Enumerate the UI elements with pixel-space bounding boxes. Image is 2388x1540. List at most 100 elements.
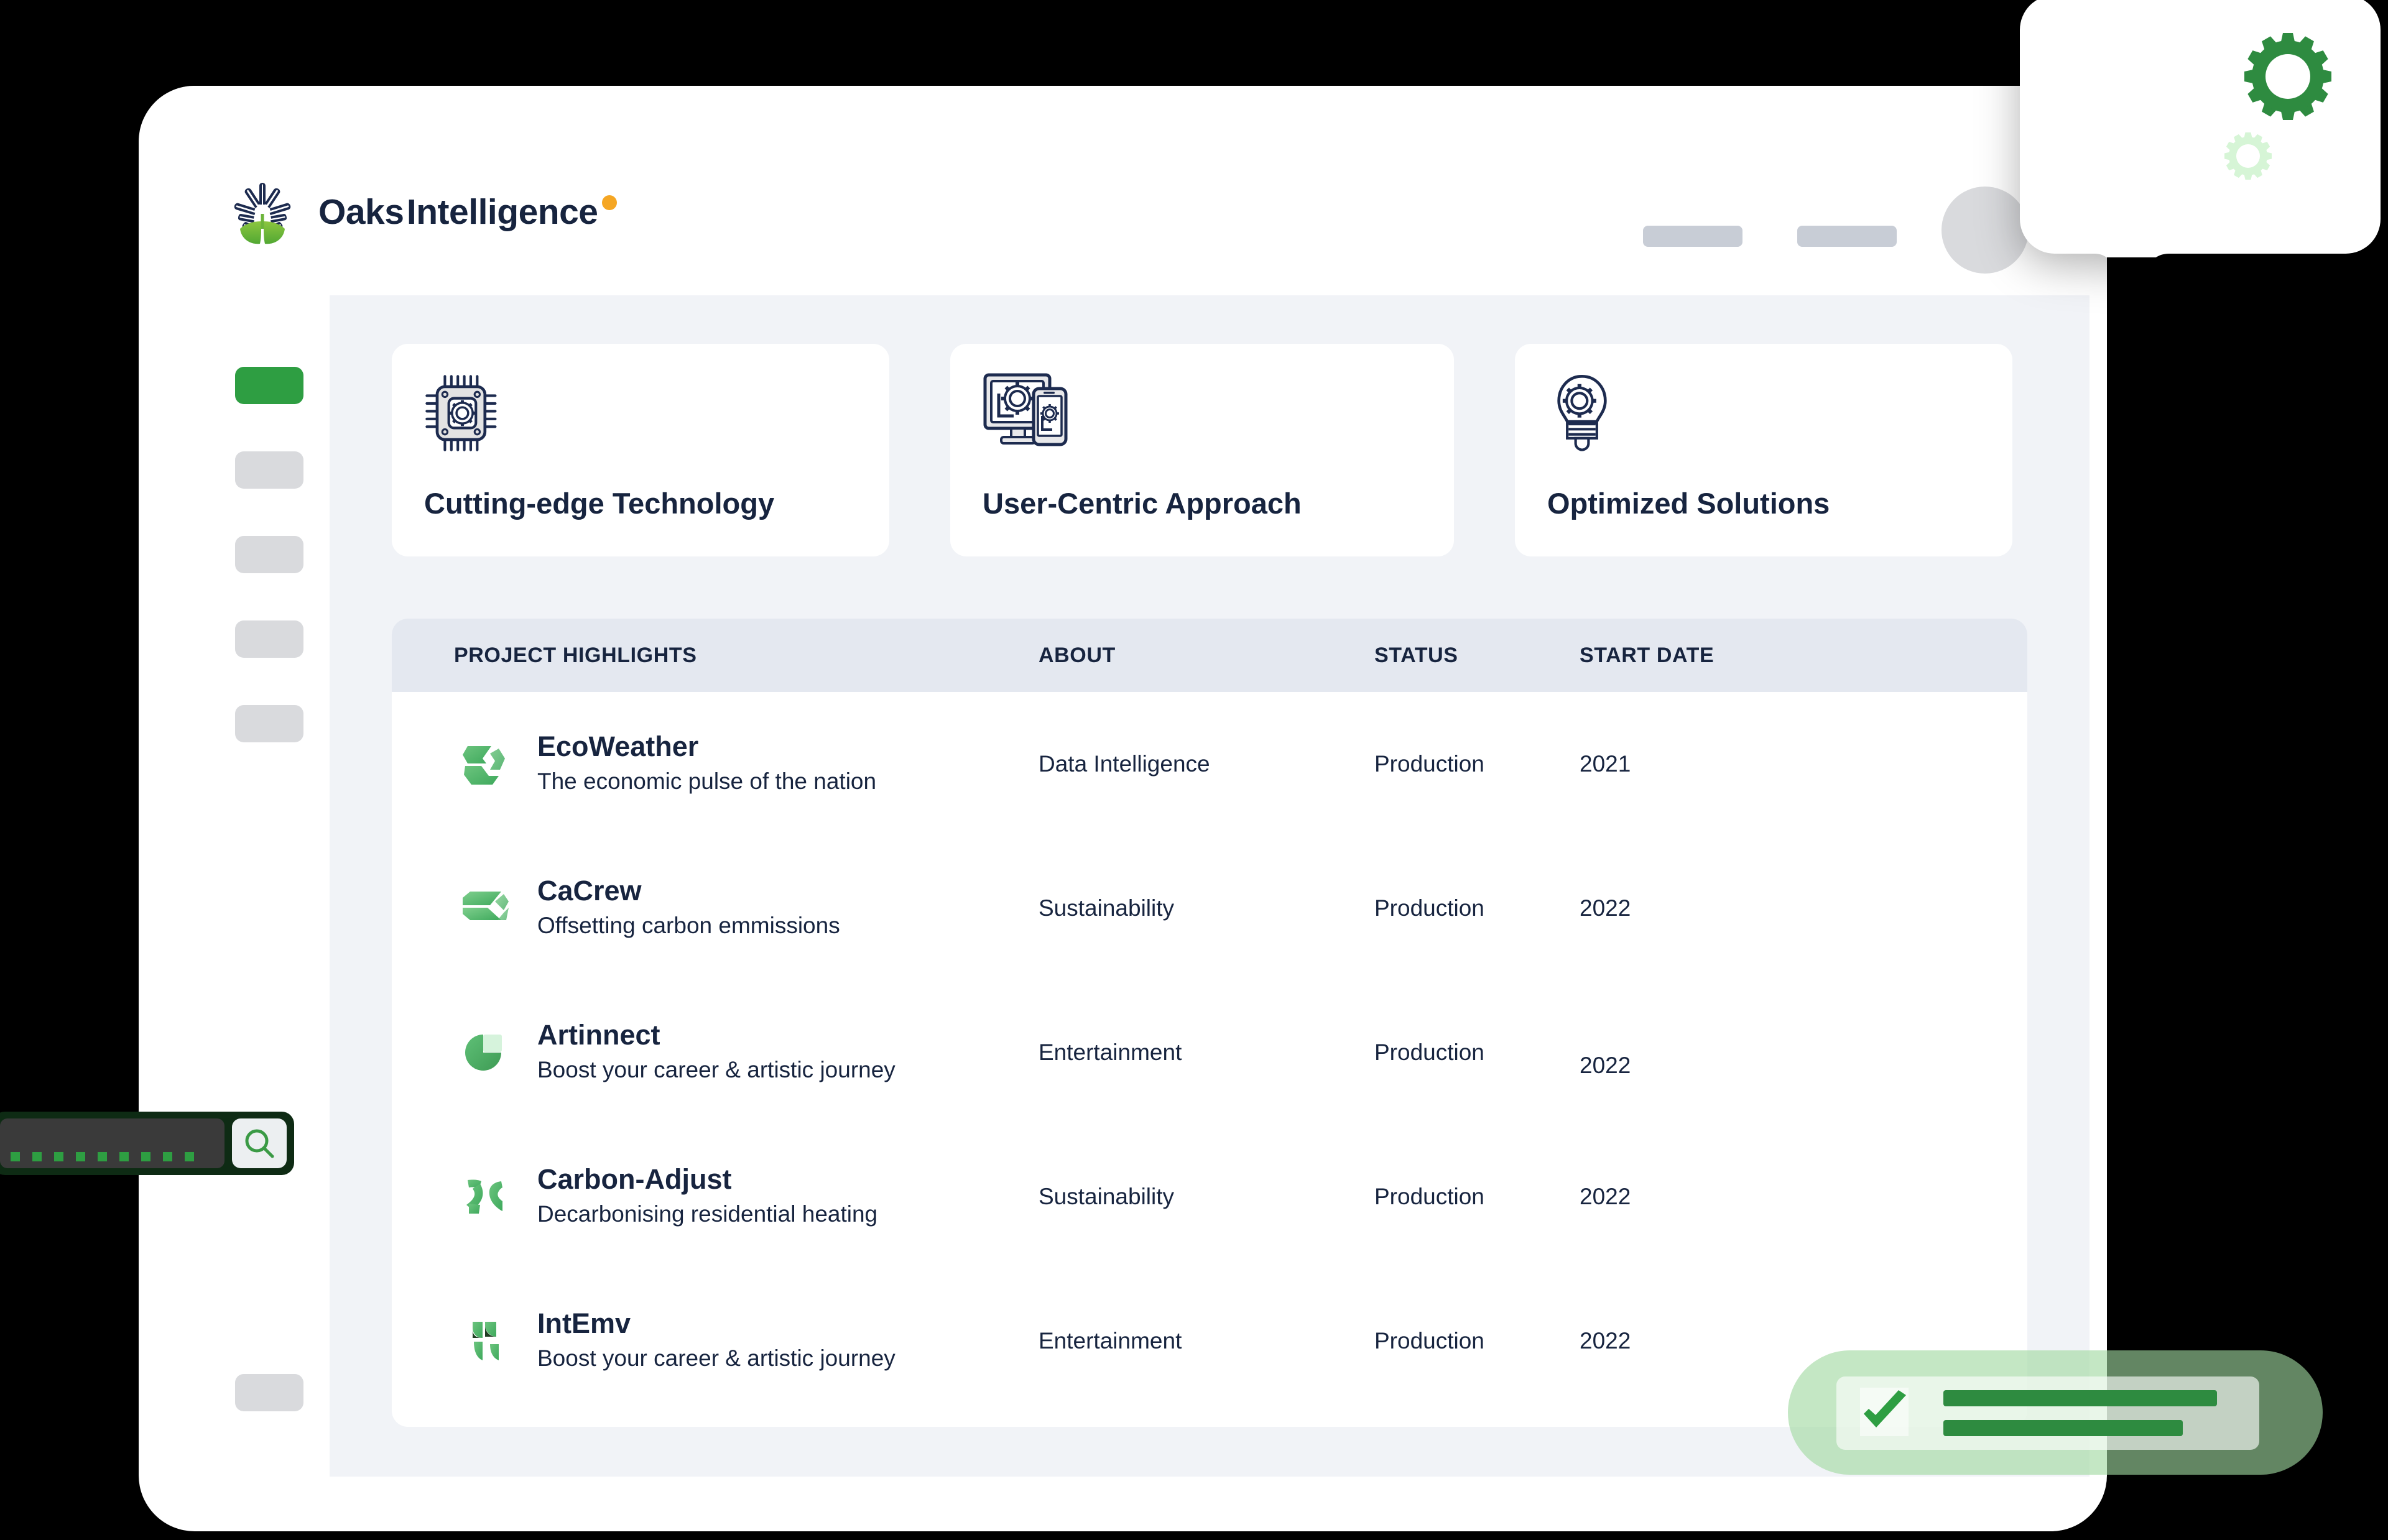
- start-date-cell: 2022: [1580, 1184, 1631, 1209]
- about-cell: Sustainability: [1039, 1184, 1175, 1209]
- project-text: Artinnect Boost your career & artistic j…: [537, 1018, 895, 1087]
- table-row[interactable]: IntEmv Boost your career & artistic jour…: [392, 1269, 2027, 1413]
- search-button[interactable]: [232, 1118, 287, 1168]
- project-cell: IntEmv Boost your career & artistic jour…: [392, 1307, 1039, 1375]
- project-description: Boost your career & artistic journey: [537, 1056, 895, 1082]
- feature-card-technology[interactable]: Cutting-edge Technology: [392, 344, 889, 556]
- column-header-project-highlights[interactable]: PROJECT HIGHLIGHTS: [392, 643, 1039, 668]
- brand-logo[interactable]: Oaks Intelligence: [228, 178, 617, 247]
- project-cell: Artinnect Boost your career & artistic j…: [392, 1018, 1039, 1087]
- column-header-status[interactable]: STATUS: [1374, 643, 1580, 668]
- project-cell: Carbon-Adjust Decarbonising residential …: [392, 1163, 1039, 1231]
- mask-dot: [163, 1152, 172, 1161]
- start-date-cell: 2022: [1580, 1328, 1631, 1353]
- project-text: IntEmv Boost your career & artistic jour…: [537, 1307, 895, 1375]
- mask-dot: [98, 1152, 107, 1161]
- status-cell: Production: [1374, 751, 1484, 777]
- sidebar-item-3[interactable]: [235, 620, 303, 658]
- search-input[interactable]: [0, 1118, 224, 1168]
- table-row[interactable]: CaCrew Offsetting carbon emmissions Sust…: [392, 836, 2027, 980]
- brand-line-2: Intelligence: [406, 192, 598, 233]
- project-description: Boost your career & artistic journey: [537, 1345, 895, 1371]
- about-cell: Entertainment: [1039, 1328, 1182, 1353]
- project-description: Offsetting carbon emmissions: [537, 912, 840, 938]
- sidebar-item-5[interactable]: [235, 1374, 303, 1411]
- mask-dot: [32, 1152, 42, 1161]
- search-icon: [243, 1127, 276, 1160]
- sidebar-item-2[interactable]: [235, 536, 303, 573]
- brand-text: Oaks Intelligence: [318, 192, 617, 233]
- task-complete-widget[interactable]: [1788, 1350, 2323, 1475]
- project-text: Carbon-Adjust Decarbonising residential …: [537, 1163, 877, 1231]
- table-row[interactable]: Carbon-Adjust Decarbonising residential …: [392, 1125, 2027, 1269]
- mask-dot: [119, 1152, 129, 1161]
- status-cell: Production: [1374, 1184, 1484, 1209]
- project-text: CaCrew Offsetting carbon emmissions: [537, 874, 840, 943]
- gear-tooltip-bubble[interactable]: [2020, 0, 2381, 257]
- table-row[interactable]: Artinnect Boost your career & artistic j…: [392, 980, 2027, 1125]
- table-row[interactable]: EcoWeather The economic pulse of the nat…: [392, 692, 2027, 836]
- header-placeholder-pill-1[interactable]: [1643, 226, 1742, 247]
- brand-accent-dot-icon: [601, 195, 617, 211]
- project-cell: EcoWeather The economic pulse of the nat…: [392, 730, 1039, 798]
- feature-card-row: Cutting-edge Technology User-Centric App…: [392, 344, 2012, 556]
- gear-icon: [2223, 131, 2274, 182]
- sidebar-item-1[interactable]: [235, 451, 303, 489]
- feature-card-user-centric[interactable]: User-Centric Approach: [950, 344, 1454, 556]
- cacrew-logo-icon: [454, 879, 512, 938]
- project-name: CaCrew: [537, 874, 642, 906]
- app-header: Oaks Intelligence: [139, 86, 2107, 297]
- mask-dot: [76, 1152, 85, 1161]
- mask-dot: [185, 1152, 194, 1161]
- task-complete-inner: [1836, 1376, 2259, 1450]
- search-widget[interactable]: [0, 1112, 294, 1175]
- ecoweather-logo-icon: [454, 735, 512, 793]
- sidebar-item-0[interactable]: [235, 367, 303, 404]
- task-line-1: [1943, 1390, 2217, 1406]
- project-text: EcoWeather The economic pulse of the nat…: [537, 730, 876, 798]
- project-highlights-table: PROJECT HIGHLIGHTS ABOUT STATUS START DA…: [392, 619, 2027, 1427]
- oak-tree-logo-icon: [228, 178, 297, 247]
- avatar[interactable]: [1941, 187, 2029, 274]
- start-date-cell: 2021: [1580, 751, 1631, 777]
- header-placeholder-pill-2[interactable]: [1797, 226, 1897, 247]
- checkmark-icon[interactable]: [1858, 1386, 1911, 1440]
- carbon-adjust-logo-icon: [454, 1168, 512, 1226]
- monitor-phone-gear-icon: [983, 371, 1422, 464]
- project-cell: CaCrew Offsetting carbon emmissions: [392, 874, 1039, 943]
- about-cell: Entertainment: [1039, 1040, 1182, 1065]
- project-name: IntEmv: [537, 1307, 631, 1339]
- status-cell: Production: [1374, 1040, 1484, 1065]
- project-name: Artinnect: [537, 1018, 660, 1051]
- start-date-cell: 2022: [1580, 895, 1631, 921]
- mask-dot: [11, 1152, 20, 1161]
- feature-card-optimized[interactable]: Optimized Solutions: [1515, 344, 2012, 556]
- column-header-about[interactable]: ABOUT: [1039, 643, 1374, 668]
- about-cell: Sustainability: [1039, 895, 1175, 921]
- status-cell: Production: [1374, 895, 1484, 921]
- project-name: EcoWeather: [537, 730, 699, 762]
- lightbulb-gear-icon: [1547, 371, 1980, 464]
- task-line-2: [1943, 1420, 2183, 1436]
- intemv-logo-icon: [454, 1312, 512, 1370]
- sidebar: [235, 367, 303, 790]
- artinnect-logo-icon: [454, 1023, 512, 1082]
- start-date-cell: 2022: [1580, 1053, 1631, 1078]
- microchip-gear-icon: [424, 371, 857, 464]
- about-cell: Data Intelligence: [1039, 751, 1210, 777]
- gear-icon: [2241, 30, 2335, 123]
- sidebar-item-4[interactable]: [235, 705, 303, 742]
- table-header-row: PROJECT HIGHLIGHTS ABOUT STATUS START DA…: [392, 619, 2027, 692]
- app-window: Oaks Intelligence Cutting-edge Technolog…: [139, 86, 2107, 1531]
- project-description: Decarbonising residential heating: [537, 1201, 878, 1227]
- brand-line-1: Oaks: [318, 192, 404, 233]
- feature-card-label: Cutting-edge Technology: [424, 487, 775, 520]
- task-text-placeholders: [1943, 1390, 2217, 1436]
- mask-dot: [54, 1152, 63, 1161]
- project-description: The economic pulse of the nation: [537, 768, 877, 794]
- mask-dot: [141, 1152, 150, 1161]
- search-input-masked-value: [11, 1152, 194, 1161]
- feature-card-label: User-Centric Approach: [983, 487, 1302, 520]
- column-header-start-date[interactable]: START DATE: [1580, 643, 1785, 668]
- status-cell: Production: [1374, 1328, 1484, 1353]
